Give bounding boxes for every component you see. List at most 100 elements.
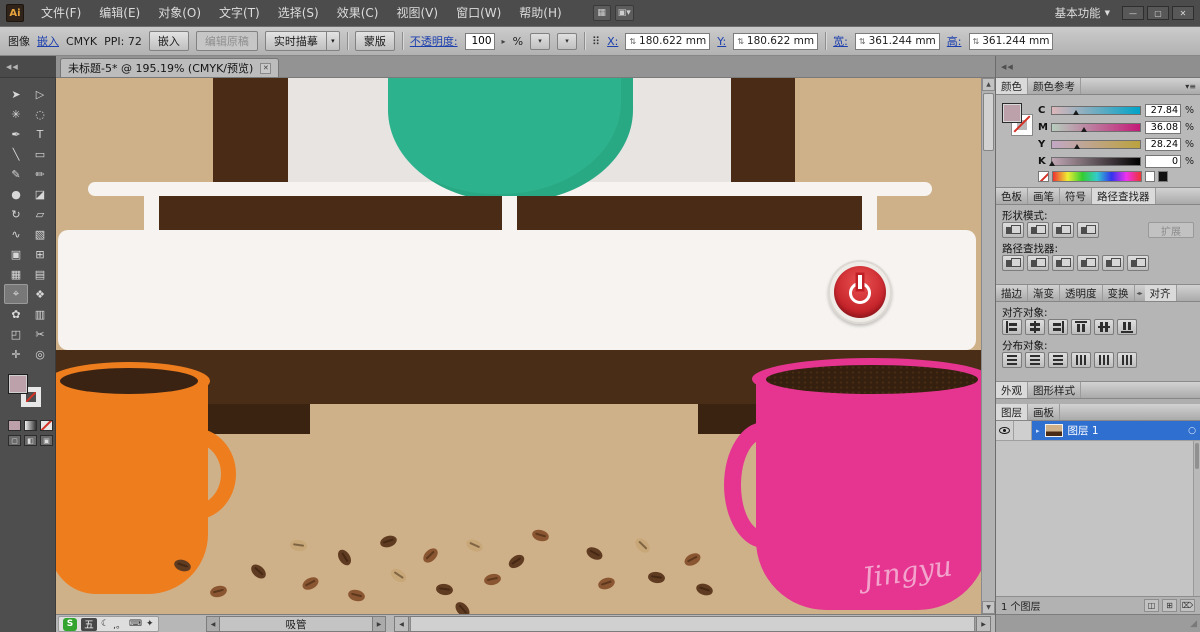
horizontal-scroll-thumb[interactable] xyxy=(410,617,975,631)
perspective-grid-tool[interactable]: ⊞ xyxy=(28,244,52,264)
restore-button[interactable]: ▢ xyxy=(1147,6,1169,20)
spinner-icon[interactable]: ⇅ xyxy=(629,37,636,46)
slider-marker[interactable] xyxy=(1074,144,1080,149)
close-tab-icon[interactable]: ✕ xyxy=(260,63,271,74)
spinner-icon[interactable]: ⇅ xyxy=(859,37,866,46)
tab-color[interactable]: 颜色 xyxy=(996,78,1028,94)
status-forward-icon[interactable]: ▶ xyxy=(372,616,386,632)
yellow-slider[interactable] xyxy=(1051,140,1141,149)
minus-back-button[interactable] xyxy=(1127,255,1149,271)
layer-name[interactable]: 图层 1 xyxy=(1068,423,1099,438)
height-label[interactable]: 高: xyxy=(947,33,962,49)
slider-marker[interactable] xyxy=(1073,110,1079,115)
yellow-value[interactable]: 28.24 xyxy=(1145,138,1181,151)
rotate-tool[interactable]: ↻ xyxy=(4,204,28,224)
eyedropper-tool[interactable]: ⌖ xyxy=(4,284,28,304)
x-field[interactable]: ⇅ 180.622 mm xyxy=(625,33,710,50)
zoom-tool[interactable]: ◎ xyxy=(28,344,52,364)
tab-swatches[interactable]: 色板 xyxy=(996,188,1028,204)
intersect-button[interactable] xyxy=(1052,222,1074,238)
screen-mode-icon[interactable]: ▣▾ xyxy=(615,5,634,21)
spinner-icon[interactable]: ⇅ xyxy=(737,37,744,46)
hand-tool[interactable]: ✛ xyxy=(4,344,28,364)
ime-logo-icon[interactable]: S xyxy=(63,618,77,631)
gradient-tool[interactable]: ▤ xyxy=(28,264,52,284)
selection-tool[interactable]: ➤ xyxy=(4,84,28,104)
menu-type[interactable]: 文字(T) xyxy=(210,0,269,26)
slider-marker[interactable] xyxy=(1081,127,1087,132)
pen-tool[interactable]: ✒ xyxy=(4,124,28,144)
pencil-tool[interactable]: ✏ xyxy=(28,164,52,184)
color-mode-button[interactable] xyxy=(8,420,21,431)
outline-button[interactable] xyxy=(1102,255,1124,271)
spinner-icon[interactable]: ⇅ xyxy=(973,37,980,46)
reference-point-icon[interactable]: ⠿ xyxy=(592,35,600,48)
tab-color-guide[interactable]: 颜色参考 xyxy=(1028,78,1081,94)
tab-gradient[interactable]: 渐变 xyxy=(1028,285,1060,301)
machine-post-shape[interactable] xyxy=(502,196,517,230)
menu-window[interactable]: 窗口(W) xyxy=(447,0,510,26)
workspace-switcher[interactable]: 基本功能 ▼ xyxy=(1055,5,1110,21)
white-swatch[interactable] xyxy=(1145,171,1155,182)
opacity-input[interactable] xyxy=(465,33,495,50)
delete-icon[interactable]: ⌦ xyxy=(1180,599,1195,612)
fill-swatch[interactable] xyxy=(8,374,28,394)
scroll-down-icon[interactable]: ▼ xyxy=(982,601,995,614)
visibility-toggle[interactable] xyxy=(996,421,1014,440)
disclosure-icon[interactable]: ▸ xyxy=(1036,427,1040,435)
resize-grip-icon[interactable]: ◢ xyxy=(996,614,1200,632)
lasso-tool[interactable]: ◌ xyxy=(28,104,52,124)
vertical-scrollbar[interactable]: ▲ ▼ xyxy=(981,78,995,614)
width-field[interactable]: ⇅ 361.244 mm xyxy=(855,33,940,50)
clipping-mask-icon[interactable]: ◫ xyxy=(1144,599,1159,612)
column-graph-tool[interactable]: ▥ xyxy=(28,304,52,324)
align-bottom-button[interactable] xyxy=(1117,319,1137,335)
tab-brushes[interactable]: 画笔 xyxy=(1028,188,1060,204)
none-mode-button[interactable] xyxy=(40,420,53,431)
fullscreen-menu-mode-button[interactable]: ◧ xyxy=(24,435,37,446)
exclude-button[interactable] xyxy=(1077,222,1099,238)
divide-button[interactable] xyxy=(1002,255,1024,271)
tab-layers[interactable]: 图层 xyxy=(996,404,1028,420)
keyboard-icon[interactable]: ⌨ xyxy=(129,619,142,629)
layer-row-selected[interactable]: ▸ 图层 1 ○ xyxy=(1032,421,1200,440)
blob-brush-tool[interactable]: ● xyxy=(4,184,28,204)
horizontal-scrollbar[interactable]: ◀ ▶ xyxy=(394,616,991,632)
status-tool-selector[interactable]: ◀ 吸管 ▶ xyxy=(206,616,386,632)
ime-toolbar[interactable]: S 五 ☾ ,。 ⌨ ✦ xyxy=(58,616,159,632)
new-layer-icon[interactable]: ⊞ xyxy=(1162,599,1177,612)
fullscreen-mode-button[interactable]: ▣ xyxy=(40,435,53,446)
pink-cup-coffee-shape[interactable] xyxy=(766,365,978,394)
menu-help[interactable]: 帮助(H) xyxy=(510,0,570,26)
cyan-slider[interactable] xyxy=(1051,106,1141,115)
paintbrush-tool[interactable]: ✎ xyxy=(4,164,28,184)
tab-symbols[interactable]: 符号 xyxy=(1060,188,1092,204)
eraser-tool[interactable]: ◪ xyxy=(28,184,52,204)
y-label[interactable]: Y: xyxy=(717,35,726,48)
gradient-mode-button[interactable] xyxy=(24,420,37,431)
blend-tool[interactable]: ❖ xyxy=(28,284,52,304)
merge-button[interactable] xyxy=(1052,255,1074,271)
slice-tool[interactable]: ✂ xyxy=(28,324,52,344)
menu-select[interactable]: 选择(S) xyxy=(269,0,328,26)
toolbox-icon[interactable]: ✦ xyxy=(146,619,154,629)
unite-button[interactable] xyxy=(1002,222,1024,238)
dock-collapse-button[interactable]: ◀◀ xyxy=(996,56,1200,78)
minus-front-button[interactable] xyxy=(1027,222,1049,238)
ime-mode-badge[interactable]: 五 xyxy=(81,618,97,631)
y-field[interactable]: ⇅ 180.622 mm xyxy=(733,33,818,50)
trim-button[interactable] xyxy=(1027,255,1049,271)
panel-menu-icon[interactable]: ▾≡ xyxy=(1181,78,1200,94)
style-dropdown-icon[interactable]: ▾ xyxy=(530,33,550,50)
tab-transparency[interactable]: 透明度 xyxy=(1060,285,1103,301)
distribute-top-button[interactable] xyxy=(1002,352,1022,368)
align-h-center-button[interactable] xyxy=(1025,319,1045,335)
magenta-slider[interactable] xyxy=(1051,123,1141,132)
machine-post-shape[interactable] xyxy=(144,196,159,230)
align-left-button[interactable] xyxy=(1002,319,1022,335)
crop-button[interactable] xyxy=(1077,255,1099,271)
layer-thumbnail[interactable] xyxy=(1045,424,1063,437)
x-label[interactable]: X: xyxy=(607,35,618,48)
tab-artboards[interactable]: 画板 xyxy=(1028,404,1060,420)
height-field[interactable]: ⇅ 361.244 mm xyxy=(969,33,1054,50)
